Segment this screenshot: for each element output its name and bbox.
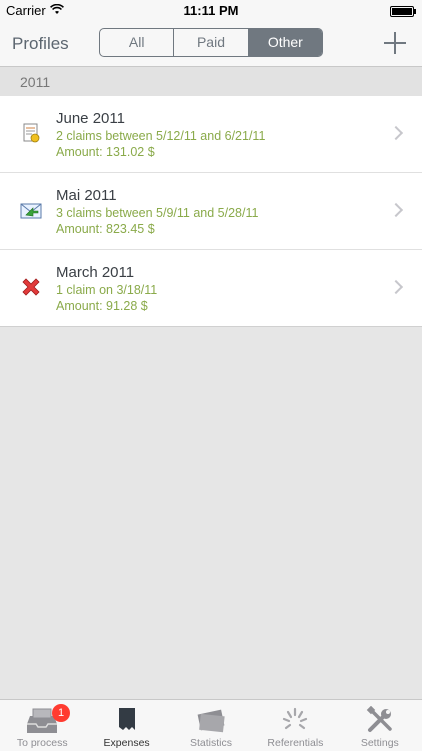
tab-settings[interactable]: Settings bbox=[338, 700, 422, 751]
list-item[interactable]: June 2011 2 claims between 5/12/11 and 6… bbox=[0, 96, 422, 173]
filter-segmented-control: All Paid Other bbox=[99, 28, 323, 57]
add-button[interactable] bbox=[384, 32, 406, 54]
tab-label: Expenses bbox=[103, 737, 150, 749]
tickets-icon bbox=[197, 709, 225, 733]
tab-statistics[interactable]: Statistics bbox=[169, 700, 253, 751]
tab-label: Referentials bbox=[267, 737, 324, 749]
chevron-right-icon bbox=[388, 202, 404, 218]
row-amount: Amount: 91.28 $ bbox=[56, 299, 148, 313]
row-title: June 2011 bbox=[56, 110, 125, 127]
segment-other[interactable]: Other bbox=[247, 29, 322, 56]
segment-paid[interactable]: Paid bbox=[173, 29, 247, 56]
row-subtitle: 1 claim on 3/18/11 bbox=[56, 283, 158, 297]
claims-list: June 2011 2 claims between 5/12/11 and 6… bbox=[0, 96, 422, 327]
tab-bar: 1 To process Expenses Statistics Referen… bbox=[0, 699, 422, 751]
chevron-right-icon bbox=[388, 125, 404, 141]
section-header: 2011 bbox=[0, 67, 422, 96]
chevron-right-icon bbox=[388, 279, 404, 295]
segment-all[interactable]: All bbox=[100, 29, 173, 56]
row-subtitle: 3 claims between 5/9/11 and 5/28/11 bbox=[56, 206, 259, 220]
section-year: 2011 bbox=[20, 74, 51, 90]
nav-title: Profiles bbox=[12, 34, 69, 53]
row-subtitle: 2 claims between 5/12/11 and 6/21/11 bbox=[56, 129, 266, 143]
loading-spinner-icon bbox=[283, 707, 308, 730]
row-amount: Amount: 131.02 $ bbox=[56, 145, 155, 159]
tools-icon bbox=[366, 706, 392, 732]
sent-mail-icon bbox=[20, 203, 42, 219]
status-time: 11:11 PM bbox=[183, 3, 239, 18]
list-item[interactable]: March 2011 1 claim on 3/18/11 Amount: 91… bbox=[0, 250, 422, 326]
status-bar: Carrier 11:11 PM bbox=[0, 0, 422, 22]
tab-label: Statistics bbox=[190, 737, 233, 749]
red-x-icon bbox=[22, 278, 40, 296]
tab-label: To process bbox=[16, 737, 68, 749]
list-item[interactable]: Mai 2011 3 claims between 5/9/11 and 5/2… bbox=[0, 173, 422, 250]
tab-expenses[interactable]: Expenses bbox=[84, 700, 168, 751]
badge-count: 1 bbox=[52, 704, 70, 722]
document-icon bbox=[23, 123, 40, 143]
row-title: March 2011 bbox=[56, 264, 135, 281]
receipt-icon bbox=[118, 708, 135, 730]
row-title: Mai 2011 bbox=[56, 187, 117, 204]
row-amount: Amount: 823.45 $ bbox=[56, 222, 155, 236]
tab-label: Settings bbox=[360, 737, 399, 749]
battery-icon bbox=[390, 6, 416, 17]
tab-to-process[interactable]: 1 To process bbox=[0, 700, 84, 751]
tab-referentials[interactable]: Referentials bbox=[253, 700, 337, 751]
navigation-bar: Profiles All Paid Other bbox=[0, 22, 422, 67]
